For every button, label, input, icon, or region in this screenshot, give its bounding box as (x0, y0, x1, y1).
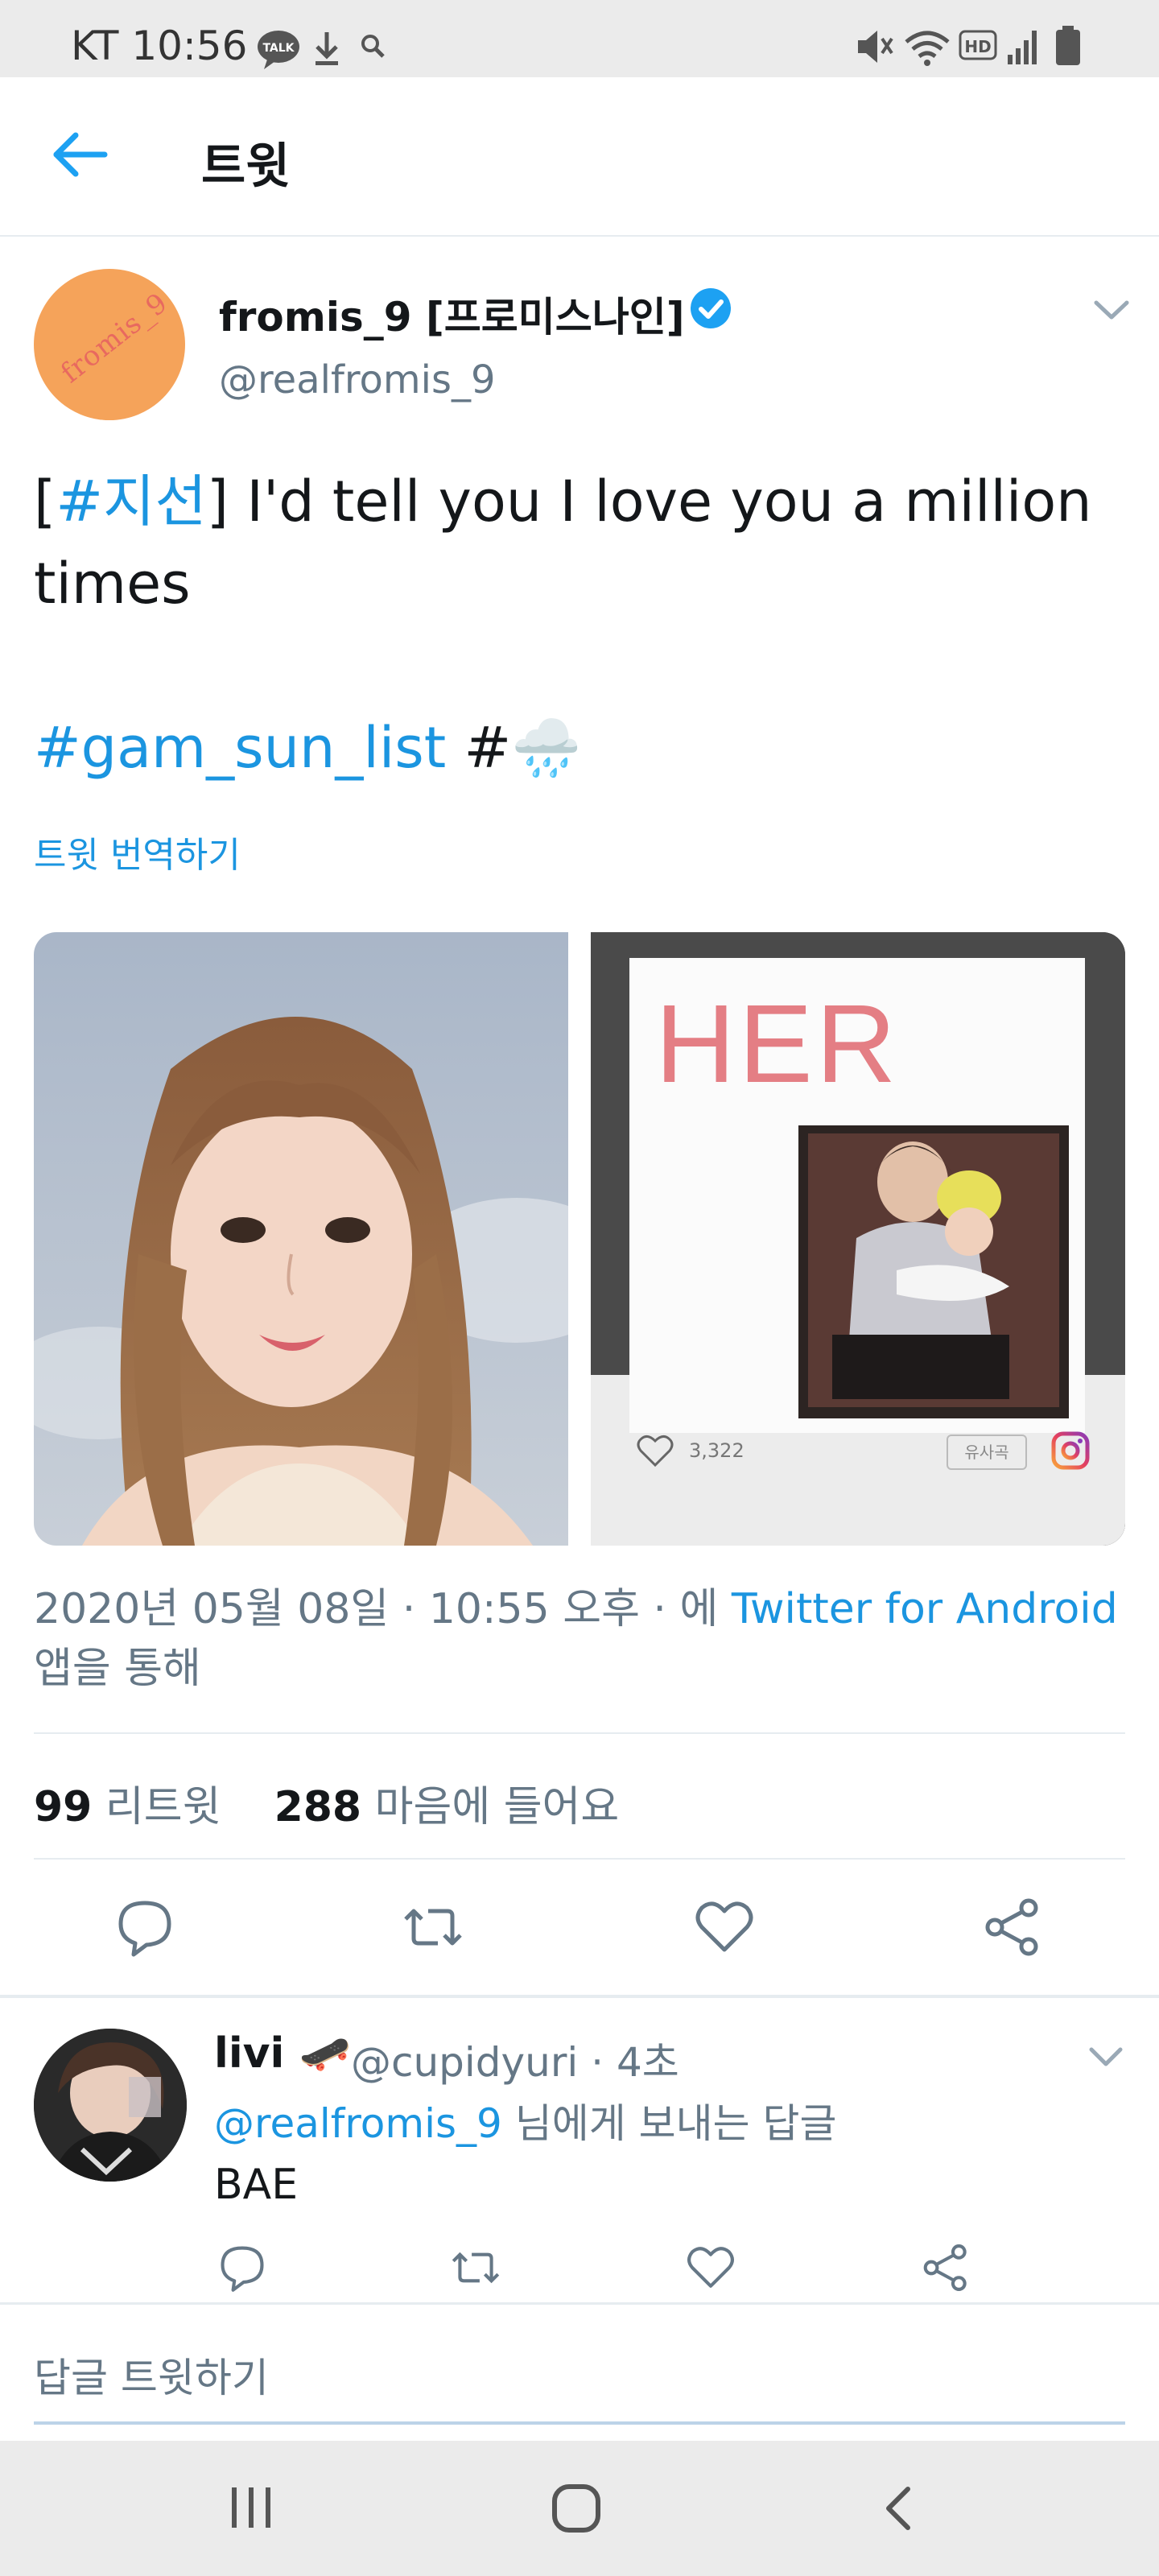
back-nav-icon[interactable] (882, 2484, 914, 2536)
hashtag-link[interactable]: #지선 (56, 469, 206, 535)
rain-cloud-emoji: 🌧️ (511, 715, 582, 781)
avatar-logo: fromis_9 (55, 287, 175, 390)
tweet-timestamp: 2020년 05월 08일 · 10:55 오후 · 에 Twitter for… (34, 1585, 1118, 1693)
divider (34, 1858, 1125, 1860)
back-button[interactable] (47, 121, 114, 188)
reply-avatar[interactable] (34, 2029, 187, 2182)
hashtag-link[interactable]: #gam_sun_list (34, 715, 446, 781)
divider (34, 1732, 1125, 1734)
share-icon[interactable] (982, 1897, 1043, 1958)
mute-icon (858, 31, 893, 63)
skateboard-emoji: 🛹 (299, 2029, 352, 2078)
tweet-photo-1[interactable] (34, 932, 568, 1546)
photo-likes: 3,322 (689, 1439, 744, 1462)
translate-tweet-link[interactable]: 트윗 번역하기 (34, 826, 241, 877)
reply-author-name[interactable]: livi 🛹 (214, 2029, 351, 2078)
talk-icon: TALK (258, 31, 299, 69)
tweet-photo-2[interactable]: HER 3,322 유사곡 (591, 932, 1125, 1546)
svg-text:TALK: TALK (262, 42, 295, 55)
source-link[interactable]: Twitter for Android (732, 1585, 1118, 1633)
svg-text:HD: HD (964, 37, 991, 56)
page-title: 트윗 (201, 138, 291, 195)
back-arrow-icon (53, 132, 108, 177)
photo-heart-icon (636, 1433, 674, 1472)
search-icon (361, 35, 385, 58)
reply-compose-input[interactable]: 답글 트윗하기 (34, 2346, 269, 2404)
battery-icon (1056, 26, 1080, 65)
compose-separator (0, 2302, 1159, 2305)
photo-tag: 유사곡 (947, 1435, 1027, 1470)
replying-to: @realfromis_9 님에게 보내는 답글 (214, 2100, 837, 2147)
likes-stat[interactable]: 288 마음에 들어요 (274, 1783, 620, 1831)
like-heart-icon[interactable] (694, 1897, 755, 1958)
compose-underline (34, 2421, 1125, 2425)
retweet-icon[interactable] (451, 2243, 501, 2293)
like-heart-icon[interactable] (686, 2243, 736, 2293)
hd-icon: HD (959, 30, 997, 60)
reply-handle-time: @cupidyuri · 4초 (351, 2039, 679, 2086)
reply-to-handle-link[interactable]: @realfromis_9 (214, 2100, 502, 2147)
chevron-down-icon[interactable] (1087, 2043, 1125, 2070)
photo-her-title: HER (655, 982, 900, 1106)
author-handle[interactable]: @realfromis_9 (219, 357, 496, 402)
author-name[interactable]: fromis_9 [프로미스나인] (219, 285, 685, 343)
tweet-stats: 99 리트윗 288 마음에 들어요 (34, 1773, 619, 1833)
download-icon (316, 32, 338, 65)
avatar[interactable]: fromis_9 (34, 269, 185, 420)
chevron-down-icon[interactable] (1091, 296, 1132, 325)
home-icon[interactable] (551, 2483, 602, 2537)
signal-icon (1008, 31, 1037, 64)
reply-text: BAE (214, 2161, 299, 2209)
share-icon[interactable] (921, 2243, 971, 2293)
wifi-icon (905, 31, 950, 66)
instagram-icon (1051, 1431, 1090, 1473)
retweet-icon[interactable] (402, 1897, 464, 1958)
retweets-stat[interactable]: 99 리트윗 (34, 1783, 221, 1831)
tweet-text: [#지선] I'd tell you I love you a million … (34, 469, 1092, 781)
app-bar (0, 77, 1159, 237)
section-separator (0, 1995, 1159, 1998)
status-time: KT 10:56 (71, 23, 248, 69)
reply-icon[interactable] (114, 1897, 175, 1958)
status-right-icons: HD (855, 23, 1096, 74)
status-left-icons: TALK (256, 24, 401, 76)
verified-badge-icon (689, 287, 732, 330)
recent-apps-icon[interactable] (229, 2484, 274, 2536)
reply-icon[interactable] (217, 2243, 267, 2293)
